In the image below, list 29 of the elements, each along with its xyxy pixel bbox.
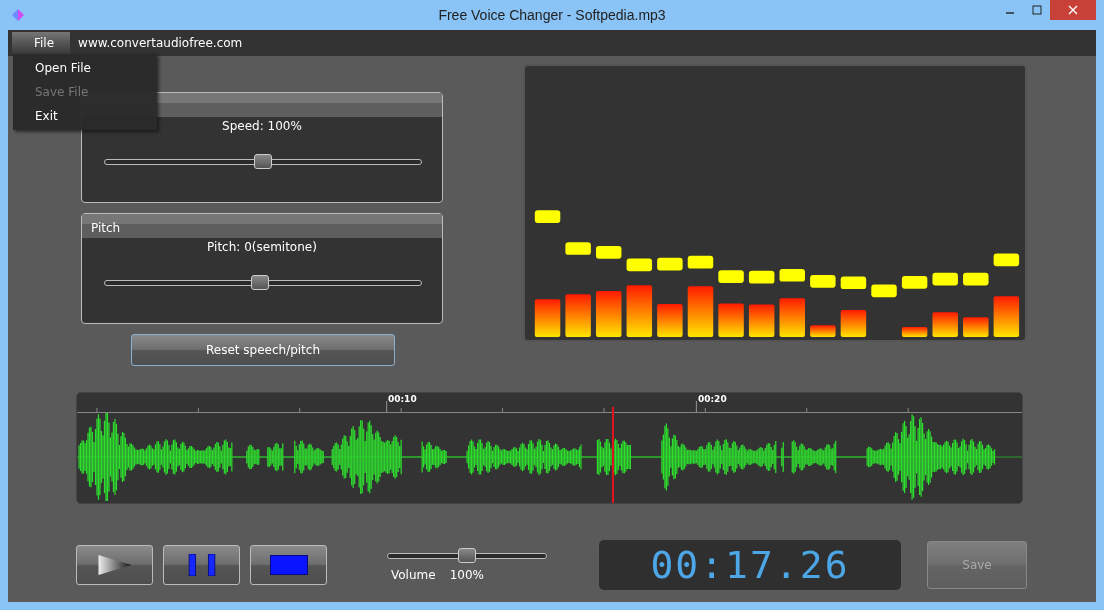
pitch-reading: Pitch: 0(semitone): [206, 240, 318, 254]
reset-button[interactable]: Reset speech/pitch: [131, 334, 395, 366]
menu-item[interactable]: File: [12, 32, 71, 54]
stop-icon: [269, 554, 308, 576]
slider-thumb[interactable]: [458, 548, 476, 563]
pause-button[interactable]: [163, 545, 240, 585]
time-display: 00:17.26: [599, 540, 901, 590]
close-icon: [1068, 5, 1078, 15]
menu-option[interactable]: Open File: [13, 56, 157, 80]
playhead[interactable]: [611, 407, 614, 503]
stop-button[interactable]: [250, 545, 327, 585]
speed-slider[interactable]: [104, 154, 422, 169]
slider-thumb[interactable]: [254, 154, 272, 169]
pitch-slider[interactable]: [104, 275, 422, 290]
time-tick: 00:10: [388, 394, 417, 404]
time-tick: 00:20: [698, 394, 727, 404]
app-icon: [11, 8, 25, 22]
menu-option[interactable]: Exit: [13, 104, 157, 128]
volume-reading: 100%: [449, 568, 484, 582]
maximize-icon: [1031, 5, 1042, 15]
speed-reading: Speed: 100%: [221, 119, 303, 133]
volume-slider[interactable]: [387, 548, 547, 563]
panel-title: Pitch: [91, 221, 121, 235]
window-title: Free Voice Changer - Softpedia.mp3: [438, 7, 666, 23]
website-link[interactable]: www.convertaudiofree.com: [78, 36, 243, 50]
slider-thumb[interactable]: [250, 275, 269, 290]
minimize-icon: [1004, 12, 1015, 14]
volume-label: Volume: [391, 568, 436, 582]
play-button[interactable]: [76, 545, 153, 585]
